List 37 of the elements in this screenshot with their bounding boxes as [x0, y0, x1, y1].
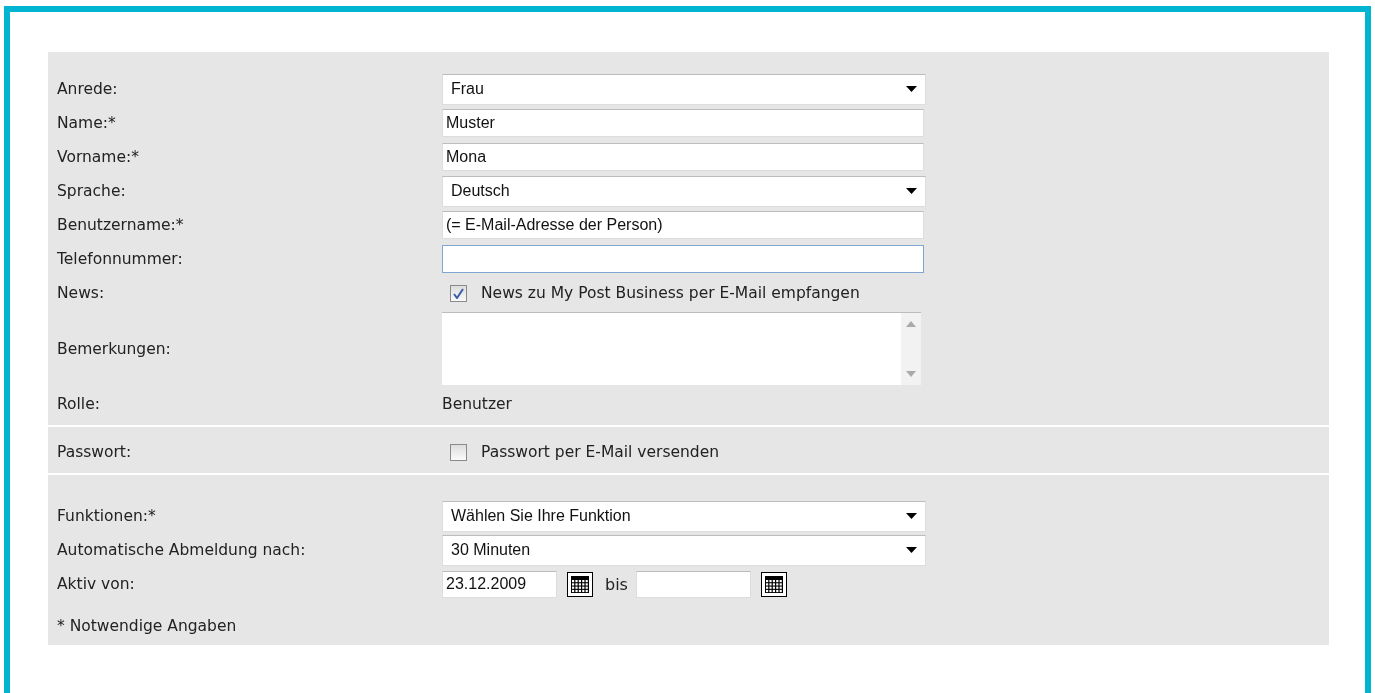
checkbox[interactable]	[450, 284, 467, 302]
field-label: Telefonnummer:	[57, 250, 184, 268]
field-label: Vorname:*	[57, 148, 140, 166]
text-field[interactable]: Mona	[442, 143, 924, 171]
checkbox-label: News zu My Post Business per E-Mail empfangen	[481, 284, 860, 302]
dropdown-caret-icon[interactable]	[906, 513, 917, 519]
field-label: Anrede:	[57, 80, 119, 98]
text-field[interactable]: (= E-Mail-Adresse der Person)	[442, 211, 924, 239]
text-field[interactable]: Muster	[442, 109, 924, 137]
field-label: Name:*	[57, 114, 117, 132]
checkbox[interactable]	[450, 443, 467, 461]
date-field[interactable]	[635, 570, 751, 598]
field-label: Benutzername:*	[57, 216, 185, 234]
calendar-icon[interactable]	[760, 571, 787, 597]
field-label: Funktionen:*	[57, 507, 157, 525]
date-field[interactable]: 23.12.2009	[442, 570, 557, 598]
field-label: Rolle:	[57, 395, 101, 413]
field-label: Bemerkungen:	[57, 339, 172, 358]
field-label: Passwort:	[57, 443, 133, 461]
dropdown[interactable]: Frau	[442, 73, 926, 105]
textarea-field[interactable]	[442, 312, 921, 385]
role-value: Benutzer	[442, 395, 512, 413]
dropdown-caret-icon[interactable]	[906, 188, 917, 194]
dropdown-caret-icon[interactable]	[906, 547, 917, 553]
dropdown[interactable]: 30 Minuten	[442, 534, 926, 566]
text-field[interactable]	[442, 245, 924, 273]
calendar-icon[interactable]	[567, 571, 593, 597]
dropdown[interactable]: Wählen Sie Ihre Funktion	[442, 500, 926, 532]
dropdown[interactable]: Deutsch	[442, 175, 926, 207]
checkbox-label: Passwort per E-Mail versenden	[481, 443, 720, 461]
dropdown-caret-icon[interactable]	[906, 86, 917, 92]
required-note: * Notwendige Angaben	[57, 617, 238, 635]
range-separator: bis	[605, 574, 628, 594]
field-label: Aktiv von:	[57, 575, 136, 593]
field-label: News:	[57, 284, 106, 302]
field-label: Sprache:	[57, 182, 127, 200]
field-label: Automatische Abmeldung nach:	[57, 541, 307, 559]
